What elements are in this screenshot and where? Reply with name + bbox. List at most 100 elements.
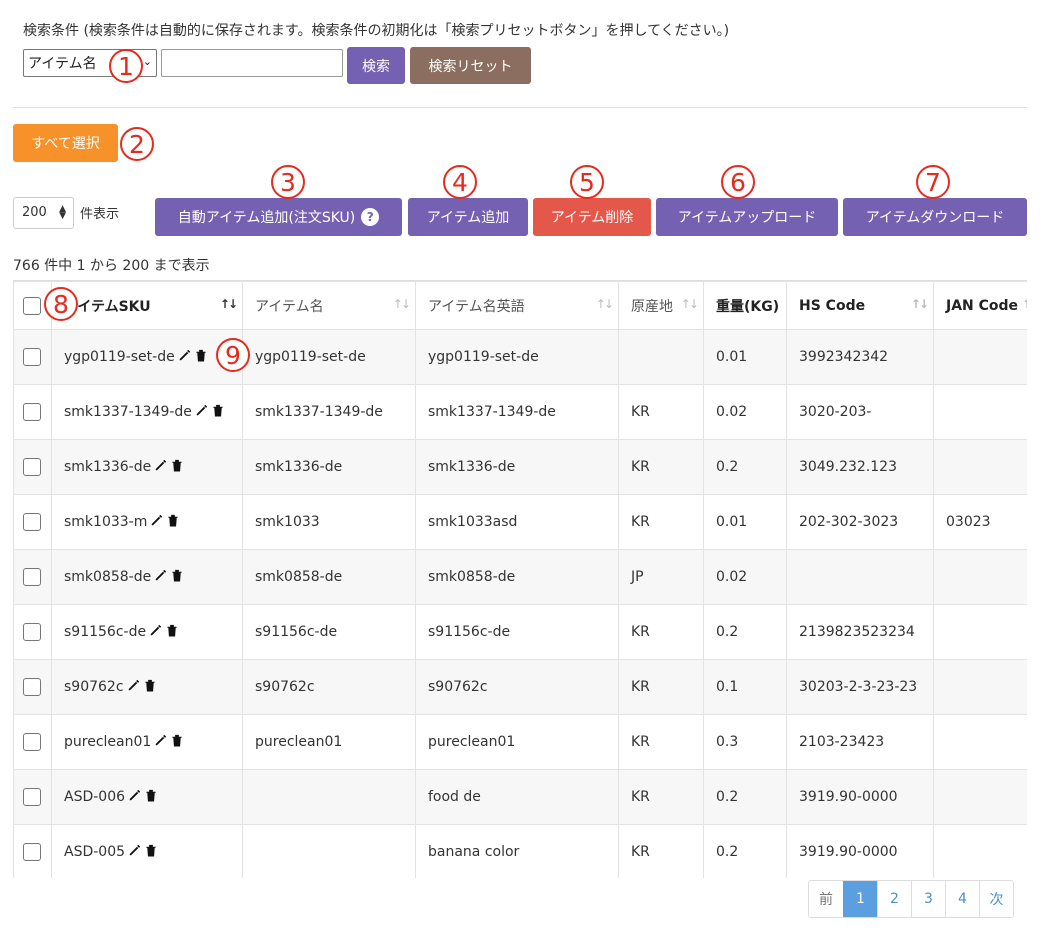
cell-jan-code xyxy=(933,329,1027,385)
cell-origin: KR xyxy=(618,439,704,495)
cell-sku: smk0858-de xyxy=(51,549,243,605)
annotation-marker: 9 xyxy=(216,338,250,372)
pencil-icon[interactable] xyxy=(150,513,164,531)
cell-item-name xyxy=(242,824,416,878)
auto-add-item-button[interactable]: 自動アイテム追加(注文SKU) ? xyxy=(155,198,402,236)
trash-icon[interactable] xyxy=(167,514,179,531)
row-checkbox[interactable] xyxy=(23,403,41,421)
row-checkbox[interactable] xyxy=(23,513,41,531)
search-field-selected: アイテム名 xyxy=(28,56,97,72)
sort-icon: ↑↓ xyxy=(392,297,411,311)
cell-sku: s90762c xyxy=(51,659,243,715)
search-reset-button[interactable]: 検索リセット xyxy=(410,47,531,84)
row-checkbox[interactable] xyxy=(23,623,41,641)
pagination-page[interactable]: 3 xyxy=(911,881,945,917)
download-item-button[interactable]: アイテムダウンロード xyxy=(843,198,1027,236)
cell-sku: ASD-006 xyxy=(51,769,243,825)
divider xyxy=(13,107,1027,108)
cell-origin xyxy=(618,329,704,385)
trash-icon[interactable] xyxy=(145,844,157,861)
row-checkbox-cell xyxy=(13,769,52,825)
pencil-icon[interactable] xyxy=(154,568,168,586)
help-icon[interactable]: ? xyxy=(361,208,380,226)
cell-item-name-en: smk1336-de xyxy=(415,439,619,495)
search-input[interactable] xyxy=(161,49,343,77)
row-checkbox[interactable] xyxy=(23,458,41,476)
annotation-marker: 7 xyxy=(916,165,950,199)
column-header-origin[interactable]: 原産地 ↑↓ xyxy=(618,281,704,330)
cell-item-name-en: banana color xyxy=(415,824,619,878)
cell-hs-code: 3919.90-0000 xyxy=(786,769,934,825)
cell-item-name: smk1033 xyxy=(242,494,416,550)
trash-icon[interactable] xyxy=(171,569,183,586)
column-header-weight[interactable]: 重量(KG) xyxy=(703,281,787,330)
cell-weight: 0.01 xyxy=(703,329,787,385)
cell-jan-code xyxy=(933,549,1027,605)
pencil-icon[interactable] xyxy=(195,403,209,421)
column-header-hs-code[interactable]: HS Code ↑↓ xyxy=(786,281,934,330)
cell-item-name: ygp0119-set-de xyxy=(242,329,416,385)
table-row: smk0858-de smk0858-de smk0858-de JP 0.02 xyxy=(13,549,1027,605)
cell-item-name-en: s91156c-de xyxy=(415,604,619,660)
row-checkbox[interactable] xyxy=(23,788,41,806)
trash-icon[interactable] xyxy=(171,459,183,476)
table-row: ygp0119-set-de ygp0119-set-de ygp0119-set-… xyxy=(13,329,1027,385)
pencil-icon[interactable] xyxy=(128,843,142,861)
sku-text: pureclean01 xyxy=(64,734,152,750)
column-header-name[interactable]: アイテム名 ↑↓ xyxy=(242,281,416,330)
pagination-page[interactable]: 4 xyxy=(945,881,979,917)
row-checkbox[interactable] xyxy=(23,678,41,696)
cell-weight: 0.2 xyxy=(703,439,787,495)
cell-jan-code xyxy=(933,769,1027,825)
sku-text: smk1336-de xyxy=(64,459,152,475)
sku-text: s90762c xyxy=(64,679,124,695)
pencil-icon[interactable] xyxy=(128,788,142,806)
pagination-page[interactable]: 2 xyxy=(877,881,911,917)
trash-icon[interactable] xyxy=(212,404,224,421)
cell-hs-code: 2103-23423 xyxy=(786,714,934,770)
cell-origin: KR xyxy=(618,604,704,660)
chevron-down-icon: ⌄ xyxy=(142,55,152,68)
select-all-checkbox[interactable] xyxy=(23,296,41,315)
row-checkbox[interactable] xyxy=(23,733,41,751)
pagination-next[interactable]: 次 xyxy=(979,881,1013,917)
cell-item-name xyxy=(242,769,416,825)
cell-item-name-en: pureclean01 xyxy=(415,714,619,770)
page-length-label: 件表示 xyxy=(80,207,120,222)
cell-sku: smk1336-de xyxy=(51,439,243,495)
trash-icon[interactable] xyxy=(195,349,207,366)
cell-item-name-en: smk1033asd xyxy=(415,494,619,550)
pencil-icon[interactable] xyxy=(154,733,168,751)
annotation-marker: 5 xyxy=(570,165,604,199)
search-button[interactable]: 検索 xyxy=(347,47,405,84)
add-item-button[interactable]: アイテム追加 xyxy=(408,198,528,236)
sort-icon: ↑↓ xyxy=(595,297,614,311)
pagination: 前 1 2 3 4 次 xyxy=(808,880,1014,918)
cell-jan-code xyxy=(933,714,1027,770)
pencil-icon[interactable] xyxy=(178,348,192,366)
trash-icon[interactable] xyxy=(145,789,157,806)
row-checkbox[interactable] xyxy=(23,348,41,366)
cell-weight: 0.2 xyxy=(703,769,787,825)
delete-item-button[interactable]: アイテム削除 xyxy=(533,198,651,236)
pencil-icon[interactable] xyxy=(149,623,163,641)
annotation-marker: 6 xyxy=(721,165,755,199)
trash-icon[interactable] xyxy=(144,679,156,696)
trash-icon[interactable] xyxy=(171,734,183,751)
annotation-marker: 4 xyxy=(443,165,477,199)
select-all-button[interactable]: すべて選択 xyxy=(13,124,118,162)
page-length-select[interactable]: 200 ▲ ▼ xyxy=(13,197,74,229)
pagination-page[interactable]: 1 xyxy=(843,881,877,917)
cell-jan-code: 03023 xyxy=(933,494,1027,550)
trash-icon[interactable] xyxy=(166,624,178,641)
row-checkbox[interactable] xyxy=(23,568,41,586)
pencil-icon[interactable] xyxy=(127,678,141,696)
pencil-icon[interactable] xyxy=(154,458,168,476)
pagination-prev[interactable]: 前 xyxy=(809,881,843,917)
row-checkbox[interactable] xyxy=(23,843,41,861)
column-header-name-en[interactable]: アイテム名英語 ↑↓ xyxy=(415,281,619,330)
column-header-sku[interactable]: アイテムSKU ↑↓ xyxy=(51,281,243,330)
upload-item-button[interactable]: アイテムアップロード xyxy=(656,198,838,236)
row-checkbox-cell xyxy=(13,659,52,715)
column-header-jan-code[interactable]: JAN Code↑↓ xyxy=(933,281,1027,330)
